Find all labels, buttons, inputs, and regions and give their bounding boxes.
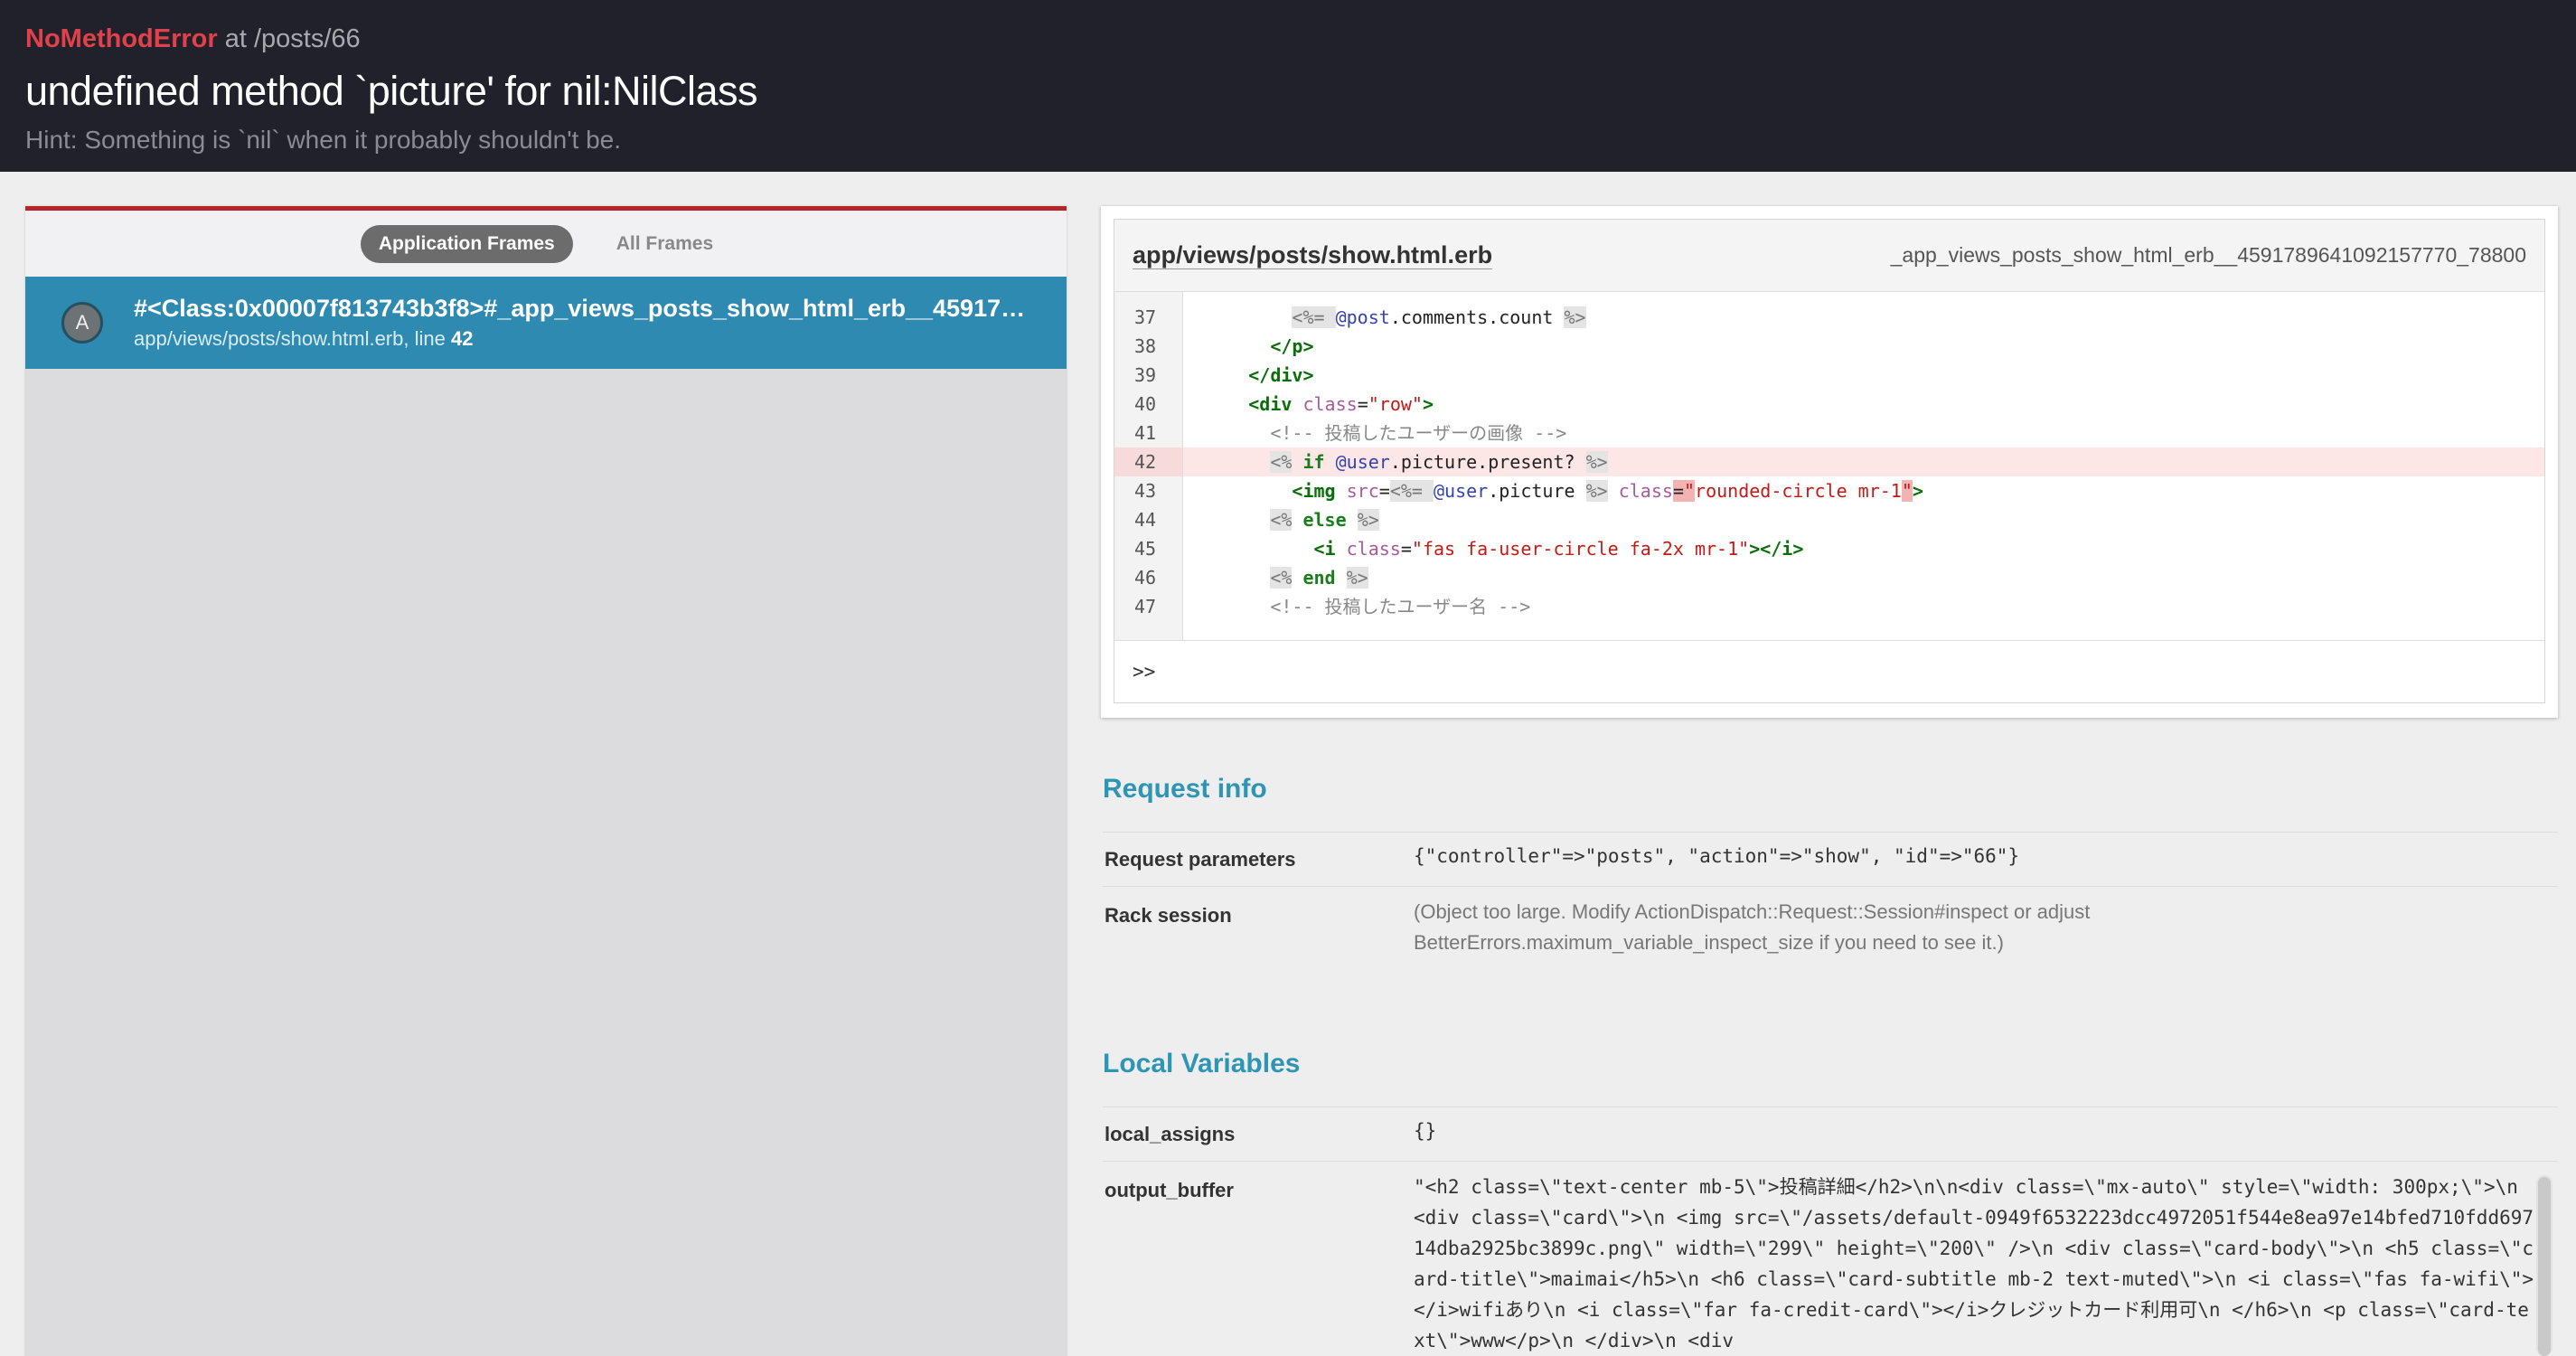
output-buffer-value: "<h2 class=\"text-center mb-5\">投稿詳細</h2… xyxy=(1414,1176,2534,1351)
line-number: 37 xyxy=(1134,306,1157,328)
line-number: 47 xyxy=(1134,596,1157,617)
code-line: <!-- 投稿したユーザーの画像 --> xyxy=(1270,422,1567,444)
rack-session-label: Rack session xyxy=(1105,904,1232,927)
code-line: <!-- 投稿したユーザー名 --> xyxy=(1270,596,1531,617)
divider xyxy=(1103,832,2558,833)
frame-file: app/views/posts/show.html.erb, line xyxy=(134,327,451,350)
code-line: <% else %> xyxy=(1270,509,1379,531)
line-number-gutter: 37 38 39 40 41 42 43 44 45 46 47 xyxy=(1114,292,1183,640)
line-number-highlighted: 42 xyxy=(1114,447,1182,476)
frame-name: #<Class:0x00007f813743b3f8>#_app_views_p… xyxy=(134,295,1038,322)
output-buffer-scrollbar-thumb[interactable] xyxy=(2538,1177,2551,1356)
code-header: app/views/posts/show.html.erb _app_views… xyxy=(1114,220,2544,292)
frame-line-number: 42 xyxy=(450,327,474,350)
request-parameters-label: Request parameters xyxy=(1105,848,1296,871)
code-line-error: <% if @user.picture.present? %> xyxy=(1183,447,2544,476)
code-line: <i class="fas fa-user-circle fa-2x mr-1"… xyxy=(1313,538,1804,560)
divider xyxy=(1103,1161,2558,1162)
line-number: 40 xyxy=(1134,393,1157,415)
code-line: <% end %> xyxy=(1270,567,1368,589)
code-viewer: app/views/posts/show.html.erb _app_views… xyxy=(1114,219,2545,703)
error-title-line: NoMethodError at /posts/66 xyxy=(25,24,2551,54)
error-class: NoMethodError xyxy=(25,24,218,53)
frames-tabs: Application Frames All Frames xyxy=(25,211,1067,277)
line-number: 41 xyxy=(1134,422,1157,444)
code-line: <div class="row"> xyxy=(1248,393,1434,415)
frame-app-badge: A xyxy=(61,302,103,344)
error-hint: Hint: Something is `nil` when it probabl… xyxy=(25,126,622,154)
console-prompt: >> xyxy=(1133,661,1156,683)
line-number: 43 xyxy=(1134,480,1157,502)
code-file-link[interactable]: app/views/posts/show.html.erb xyxy=(1133,241,1493,269)
rack-session-value-line1: (Object too large. Modify ActionDispatch… xyxy=(1414,900,2091,923)
output-buffer-label: output_buffer xyxy=(1105,1179,1234,1201)
code-card: app/views/posts/show.html.erb _app_views… xyxy=(1101,206,2558,718)
line-number: 38 xyxy=(1134,335,1157,357)
line-number: 45 xyxy=(1134,538,1157,560)
error-path: at /posts/66 xyxy=(224,24,361,53)
local-assigns-label: local_assigns xyxy=(1105,1123,1236,1145)
line-number: 46 xyxy=(1134,567,1157,589)
request-info-title: Request info xyxy=(1103,774,1267,804)
error-message: undefined method `picture' for nil:NilCl… xyxy=(25,68,758,114)
local-variables-title: Local Variables xyxy=(1103,1049,1301,1078)
code-line: </p> xyxy=(1270,335,1314,357)
error-header: NoMethodError at /posts/66 undefined met… xyxy=(0,0,2576,172)
repl-console[interactable]: >> xyxy=(1114,641,2544,702)
code-body: 37 38 39 40 41 42 43 44 45 46 47 <%= @po… xyxy=(1114,292,2544,641)
frames-panel: Application Frames All Frames A #<Class:… xyxy=(25,206,1067,1356)
code-method-name: _app_views_posts_show_html_erb__45917896… xyxy=(1890,243,2526,267)
divider xyxy=(1103,886,2558,887)
code-lines: <%= @post.comments.count %> </p> </div> … xyxy=(1183,292,2544,640)
rack-session-value-line2: BetterErrors.maximum_variable_inspect_si… xyxy=(1414,931,2004,954)
tab-application-frames[interactable]: Application Frames xyxy=(360,224,573,263)
local-assigns-value: {} xyxy=(1414,1120,1437,1142)
request-parameters-value: {"controller"=>"posts", "action"=>"show"… xyxy=(1414,845,2020,867)
frame-text: #<Class:0x00007f813743b3f8>#_app_views_p… xyxy=(134,294,1038,352)
line-number: 44 xyxy=(1134,509,1157,531)
frame-location: app/views/posts/show.html.erb, line 42 xyxy=(134,326,1038,352)
divider xyxy=(1103,1106,2558,1107)
tab-all-frames[interactable]: All Frames xyxy=(598,225,731,263)
line-number: 39 xyxy=(1134,364,1157,386)
frame-item[interactable]: A #<Class:0x00007f813743b3f8>#_app_views… xyxy=(25,277,1067,369)
code-line: <%= @post.comments.count %> xyxy=(1292,306,1586,328)
code-line: <img src=<%= @user.picture %> class="rou… xyxy=(1292,480,1923,502)
code-line: </div> xyxy=(1248,364,1314,386)
